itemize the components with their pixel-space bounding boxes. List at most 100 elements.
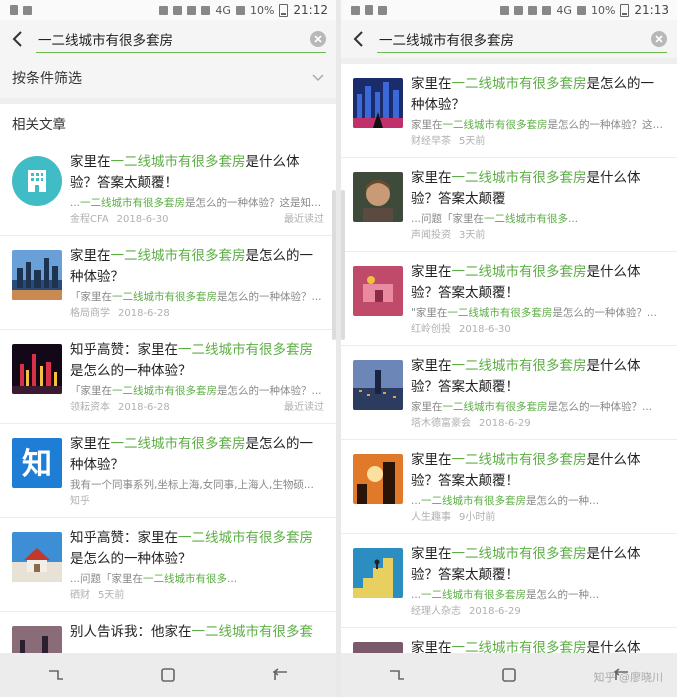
- article-date: 2018-6-28: [118, 308, 170, 319]
- status-time: 21:12: [293, 3, 328, 17]
- back-arrow-icon[interactable]: [349, 29, 369, 49]
- article-source[interactable]: 红岭创投: [411, 324, 451, 335]
- article-meta: 格局商学 2018-6-28: [70, 307, 324, 321]
- snippet-text: 家里在: [411, 119, 443, 131]
- article-item[interactable]: 家里在一二线城市有很多套房是怎么的一种体验？ 家里在一二线城市有很多套房是怎么的一…: [341, 64, 677, 158]
- snippet-text: 「家里在: [70, 291, 112, 303]
- filter-label: 按条件筛选: [12, 71, 82, 87]
- article-content: 家里在一二线城市有很多套房是怎么的一种体验？ 家里在一二线城市有很多套房是怎么的一…: [411, 74, 665, 149]
- title-text: 知乎高赞：家里在: [70, 530, 178, 546]
- article-source[interactable]: 经理人杂志: [411, 606, 461, 617]
- article-meta: 人生趣事 9小时前: [411, 511, 665, 525]
- snippet-text: 我有一个同事系列,坐标上海,女同事,上海人,生物硕...: [70, 479, 314, 491]
- search-input[interactable]: [377, 30, 651, 47]
- article-source[interactable]: 领耘资本: [70, 402, 110, 413]
- article-meta: 硒财 5天前: [70, 589, 324, 603]
- article-item[interactable]: 家里在一二线城市有很多套房是什么体验？答案太颠覆！ ...一二线城市有很多套房是怎…: [0, 142, 336, 236]
- search-input[interactable]: [36, 30, 310, 47]
- article-content: 家里在一二线城市有很多套房是怎么的一种体验？ 「家里在一二线城市有很多套房是怎么的…: [70, 246, 324, 321]
- article-thumbnail: [12, 532, 62, 582]
- snippet-text: ...问题「家里在: [411, 213, 485, 225]
- bluetooth-icon: [159, 5, 169, 15]
- edge-panel-handle[interactable]: [341, 190, 345, 340]
- section-title: 相关文章: [0, 104, 336, 142]
- article-source[interactable]: 金程CFA: [70, 214, 109, 225]
- notification-icon: [378, 5, 387, 15]
- recently-read-tag: 最近读过: [284, 402, 324, 413]
- article-item[interactable]: 家里在一二线城市有很多套房是怎么的一种体验？ 「家里在一二线城市有很多套房是怎么的…: [0, 236, 336, 330]
- article-source[interactable]: 财经早茶: [411, 136, 451, 147]
- title-text: 家里在: [411, 546, 452, 562]
- article-title: 家里在一二线城市有很多套房是怎么的一种体验？: [70, 434, 324, 476]
- recent-apps-button[interactable]: [36, 660, 76, 690]
- article-date: 2018-6-30: [116, 214, 169, 225]
- article-content: 家里在一二线城市有很多套房是什么体验？答案太颠覆！ 家里在一二线城市有很多套房是怎…: [411, 356, 665, 431]
- article-snippet: ...问题「家里在一二线城市有很多...: [411, 211, 665, 227]
- mute-icon: [187, 5, 197, 15]
- keyword-highlight: 一二线城市有很多...: [143, 573, 238, 585]
- article-title: 家里在一二线城市有很多套房是怎么的一种体验？: [411, 74, 665, 116]
- article-thumbnail: [353, 454, 403, 504]
- article-content: 家里在一二线城市有很多套房是什么体验？答案太颠覆！ ...一二线城市有很多套房是怎…: [411, 544, 665, 619]
- recently-read-tag: 最近读过: [284, 214, 324, 225]
- title-text: 家里在: [411, 264, 452, 280]
- article-title: 家里在一二线城市有很多套房是什么体验？答案太颠覆！: [411, 544, 665, 586]
- home-button[interactable]: [489, 660, 529, 690]
- clear-icon[interactable]: [310, 30, 326, 47]
- article-source[interactable]: 知乎: [70, 496, 90, 507]
- snippet-text: "家里在: [411, 307, 448, 319]
- article-snippet: ...一二线城市有很多套房是怎么的一种体验？这是知...: [70, 195, 324, 211]
- home-button[interactable]: [148, 660, 188, 690]
- snippet-text: 家里在: [411, 401, 443, 413]
- article-item[interactable]: 家里在一二线城市有很多套房是什么体验？答案太颠覆！ ...一二线城市有很多套房是怎…: [341, 440, 677, 534]
- article-title: 家里在一二线城市有很多套房是什么体验？答案太颠覆！: [70, 152, 324, 194]
- article-title: 知乎高赞：家里在一二线城市有很多套房是怎么的一种体验？: [70, 528, 324, 570]
- article-source[interactable]: 声闻投资: [411, 230, 451, 241]
- article-list: 家里在一二线城市有很多套房是什么体验？答案太颠覆！ ...一二线城市有很多套房是怎…: [0, 142, 336, 685]
- article-thumbnail: [353, 266, 403, 316]
- article-snippet: "家里在一二线城市有很多套房是怎么的一种体验？...: [411, 305, 665, 321]
- back-button[interactable]: [260, 660, 300, 690]
- article-item[interactable]: 家里在一二线城市有很多套房是什么体验？答案太颠覆！ "家里在一二线城市有很多套房是…: [341, 252, 677, 346]
- article-date: 2018-6-30: [459, 324, 511, 335]
- article-meta: 声闻投资 3天前: [411, 229, 665, 243]
- article-source[interactable]: 格局商学: [70, 308, 110, 319]
- notification-icon: [10, 5, 18, 15]
- title-text: 家里在: [411, 358, 452, 374]
- article-item[interactable]: 家里在一二线城市有很多套房是什么体验？答案太颠覆 ...问题「家里在一二线城市有很…: [341, 158, 677, 252]
- article-date: 9小时前: [459, 512, 496, 523]
- article-item[interactable]: 家里在一二线城市有很多套房是什么体验？答案太颠覆！ ...一二线城市有很多套房是怎…: [341, 534, 677, 628]
- title-text: 家里在: [70, 436, 111, 452]
- article-item[interactable]: 家里在一二线城市有很多套房是什么体验？答案太颠覆！ 家里在一二线城市有很多套房是怎…: [341, 346, 677, 440]
- filter-toggle[interactable]: 按条件筛选: [0, 58, 336, 104]
- article-title: 知乎高赞：家里在一二线城市有很多套房是怎么的一种体验？: [70, 340, 324, 382]
- title-text: 家里在: [70, 248, 111, 264]
- clear-icon[interactable]: [651, 30, 667, 47]
- article-content: 家里在一二线城市有很多套房是什么体验？答案太颠覆！ ...一二线城市有很多套房是怎…: [411, 450, 665, 525]
- snippet-text: ...问题「家里在: [70, 573, 144, 585]
- article-thumbnail: [353, 172, 403, 222]
- recent-apps-button[interactable]: [377, 660, 417, 690]
- article-item[interactable]: 知乎高赞：家里在一二线城市有很多套房是怎么的一种体验？ 「家里在一二线城市有很多套…: [0, 330, 336, 424]
- article-date: 5天前: [459, 136, 486, 147]
- snippet-text: 是怎么的一种...: [526, 495, 600, 507]
- article-meta: 领耘资本 2018-6-28 最近读过: [70, 401, 324, 415]
- network-type: 4G: [556, 3, 572, 17]
- article-item[interactable]: 知家里在一二线城市有很多套房是怎么的一种体验？ 我有一个同事系列,坐标上海,女同事…: [0, 424, 336, 518]
- article-meta: 经理人杂志 2018-6-29: [411, 605, 665, 619]
- article-snippet: ...一二线城市有很多套房是怎么的一种...: [411, 493, 665, 509]
- wifi-icon: [542, 5, 552, 15]
- article-source[interactable]: 塔木德富豪会: [411, 418, 471, 429]
- article-source[interactable]: 硒财: [70, 590, 90, 601]
- battery-percent: 10%: [249, 3, 275, 17]
- title-text: 知乎高赞：家里在: [70, 342, 178, 358]
- snippet-text: 是怎么的一种体验？...: [217, 291, 322, 303]
- article-thumbnail: [12, 156, 62, 206]
- article-title: 家里在一二线城市有很多套房是什么体验？答案太颠覆！: [411, 356, 665, 398]
- article-item[interactable]: 知乎高赞：家里在一二线城市有很多套房是怎么的一种体验？ ...问题「家里在一二线城…: [0, 518, 336, 612]
- back-arrow-icon[interactable]: [8, 29, 28, 49]
- article-source[interactable]: 人生趣事: [411, 512, 451, 523]
- title-text: 家里在: [70, 154, 111, 170]
- signal-icon: [576, 5, 586, 15]
- keyword-highlight: 一二线城市有很多套房: [451, 452, 587, 468]
